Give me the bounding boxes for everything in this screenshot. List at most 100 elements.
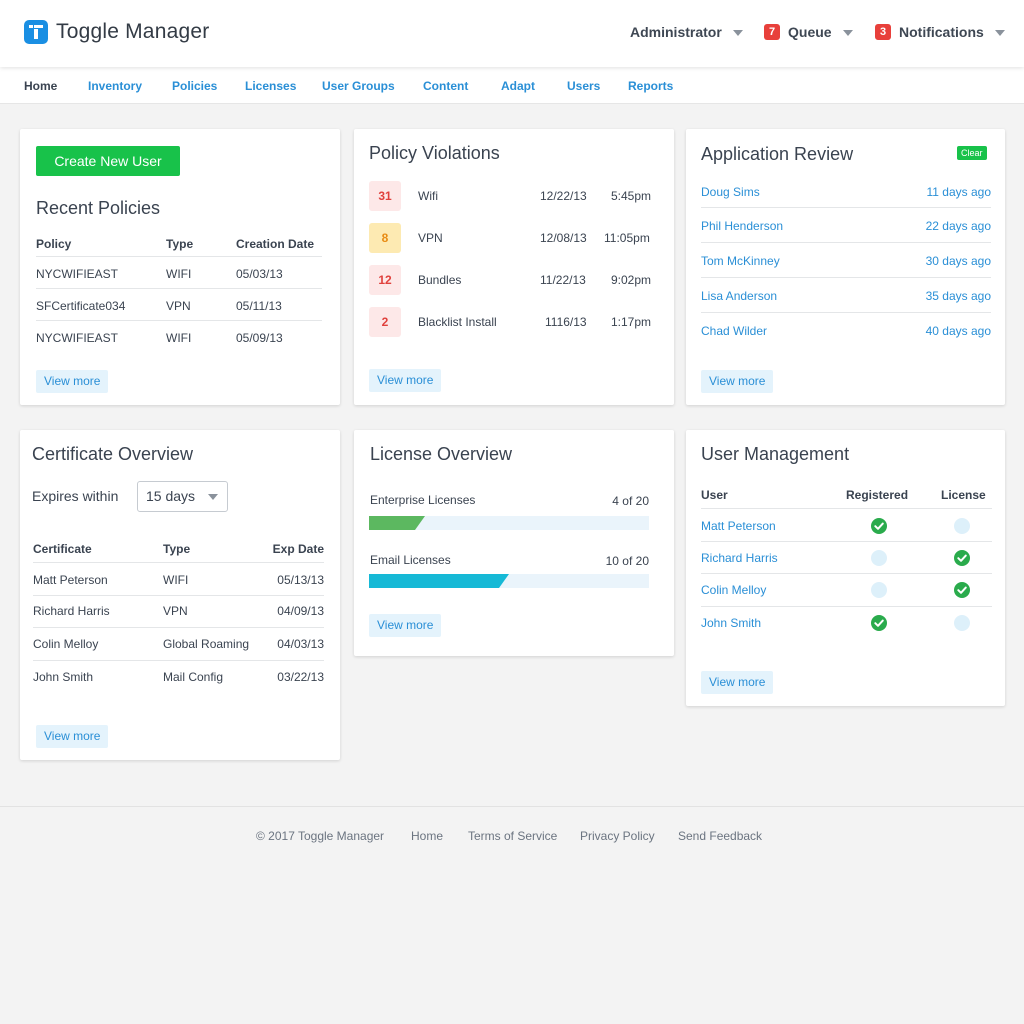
license-progress-bar (369, 516, 649, 530)
column-header-exp-date: Exp Date (272, 542, 324, 556)
review-age: 35 days ago (925, 289, 991, 303)
violation-count-badge: 8 (369, 223, 401, 253)
violation-name[interactable]: Bundles (418, 273, 461, 287)
view-more-button[interactable]: View more (701, 370, 774, 393)
certificate-type: VPN (163, 604, 188, 618)
review-age: 11 days ago (926, 185, 992, 199)
view-more-button[interactable]: View more (701, 671, 774, 694)
license-name: Enterprise Licenses (370, 493, 476, 507)
violation-date: 12/08/13 (540, 231, 587, 245)
nav-policies[interactable]: Policies (172, 79, 217, 93)
reviewer-name[interactable]: Phil Henderson (701, 219, 783, 233)
divider (701, 207, 991, 208)
view-more-button[interactable]: View more (36, 725, 109, 748)
nav-licenses[interactable]: Licenses (245, 79, 296, 93)
queue-menu-label: Queue (788, 24, 832, 40)
divider (701, 573, 992, 574)
column-header-type: Type (163, 542, 191, 556)
license-usage: 4 of 20 (612, 494, 649, 508)
policy-violations-title: Policy Violations (369, 143, 500, 163)
license-name: Email Licenses (370, 553, 451, 567)
clear-button[interactable]: Clear (957, 146, 987, 160)
divider (36, 256, 322, 257)
admin-menu[interactable]: Administrator (630, 24, 743, 40)
policy-type: WIFI (166, 267, 192, 281)
violation-count-badge: 2 (369, 307, 401, 337)
divider (33, 562, 324, 563)
certificate-overview-card: Certificate Overview Expires within 15 d… (20, 430, 340, 760)
application-review-card: Application Review Clear Doug Sims 11 da… (686, 129, 1005, 405)
check-circle-icon (954, 582, 970, 598)
reviewer-name[interactable]: Lisa Anderson (701, 289, 777, 303)
notifications-count-badge: 3 (875, 24, 891, 40)
violation-time: 9:02pm (611, 273, 652, 287)
reviewer-name[interactable]: Tom McKinney (701, 254, 780, 268)
queue-menu[interactable]: 7 Queue (764, 24, 853, 40)
column-header-policy: Policy (36, 237, 72, 251)
footer-link-home[interactable]: Home (411, 829, 443, 843)
user-management-card: User Management User Registered License … (686, 430, 1005, 706)
user-name[interactable]: Matt Peterson (701, 519, 776, 533)
reviewer-name[interactable]: Doug Sims (701, 185, 760, 199)
license-usage: 10 of 20 (605, 554, 649, 568)
certificate-type: WIFI (163, 573, 189, 587)
policy-type: VPN (166, 299, 191, 313)
violation-name[interactable]: VPN (418, 231, 443, 245)
nav-content[interactable]: Content (423, 79, 468, 93)
review-age: 40 days ago (925, 324, 991, 338)
violation-date: 11/22/13 (540, 273, 586, 287)
policy-violations-card: Policy Violations 31 Wifi 12/22/13 5:45p… (354, 129, 674, 405)
certificate-type: Global Roaming (163, 637, 250, 651)
toggle-logo-icon[interactable] (24, 20, 48, 44)
policy-name: NYCWIFIEAST (36, 331, 119, 345)
create-new-user-button[interactable]: Create New User (36, 146, 180, 176)
column-header-creation-date: Creation Date (236, 237, 315, 251)
divider (33, 660, 324, 661)
nav-reports[interactable]: Reports (628, 79, 673, 93)
application-review-title: Application Review (701, 144, 854, 164)
view-more-button[interactable]: View more (369, 369, 442, 392)
nav-home[interactable]: Home (24, 79, 57, 93)
footer-link-feedback[interactable]: Send Feedback (678, 829, 762, 843)
nav-users[interactable]: Users (567, 79, 600, 93)
violation-date: 1116/13 (545, 315, 587, 329)
license-overview-title: License Overview (370, 444, 513, 464)
divider (33, 595, 324, 596)
divider (701, 606, 992, 607)
divider (701, 277, 991, 278)
main-nav: Home Inventory Policies Licenses User Gr… (0, 67, 1024, 104)
app-title[interactable]: Toggle Manager (56, 20, 209, 44)
expires-within-select[interactable]: 15 days (137, 481, 228, 512)
policy-date: 05/03/13 (236, 267, 283, 281)
footer-link-privacy[interactable]: Privacy Policy (580, 829, 655, 843)
nav-user-groups[interactable]: User Groups (322, 79, 395, 93)
user-name[interactable]: Colin Melloy (701, 583, 766, 597)
nav-adapt[interactable]: Adapt (501, 79, 535, 93)
policy-name: NYCWIFIEAST (36, 267, 119, 281)
empty-circle-icon (871, 550, 887, 566)
view-more-button[interactable]: View more (36, 370, 109, 393)
recent-policies-title: Recent Policies (36, 198, 161, 218)
chevron-down-icon (208, 494, 218, 500)
notifications-menu[interactable]: 3 Notifications (875, 24, 1005, 40)
nav-inventory[interactable]: Inventory (88, 79, 142, 93)
divider (701, 242, 991, 243)
violation-name[interactable]: Blacklist Install (418, 315, 497, 329)
user-name[interactable]: Richard Harris (701, 551, 778, 565)
expires-within-label: Expires within (32, 488, 119, 504)
policy-date: 05/11/13 (236, 299, 282, 313)
user-name[interactable]: John Smith (701, 616, 761, 630)
footer-link-terms[interactable]: Terms of Service (468, 829, 557, 843)
user-management-title: User Management (701, 444, 850, 464)
divider (701, 312, 991, 313)
view-more-button[interactable]: View more (369, 614, 442, 637)
license-progress-fill (369, 516, 425, 530)
footer-copyright: © 2017 Toggle Manager (256, 829, 385, 843)
column-header-certificate: Certificate (33, 542, 92, 556)
check-circle-icon (871, 518, 887, 534)
violation-name[interactable]: Wifi (418, 189, 438, 203)
chevron-down-icon (994, 29, 1005, 36)
reviewer-name[interactable]: Chad Wilder (701, 324, 767, 338)
violation-date: 12/22/13 (540, 189, 587, 203)
empty-circle-icon (954, 615, 970, 631)
